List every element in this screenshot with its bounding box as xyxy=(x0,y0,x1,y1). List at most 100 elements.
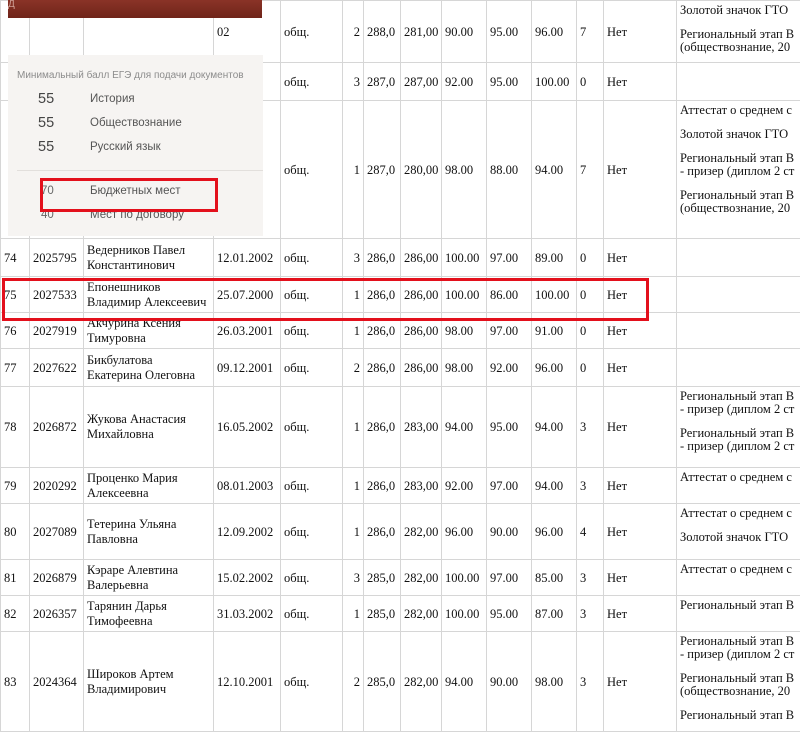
priority-cell: 2 xyxy=(343,1,364,63)
row-number: 79 xyxy=(1,468,30,504)
achievement-line: - призер (диплом 2 ст xyxy=(680,648,797,661)
exam-total: 286,00 xyxy=(401,239,442,277)
achievement-points: 0 xyxy=(577,63,604,101)
competition-type: общ. xyxy=(281,239,343,277)
competition-type: общ. xyxy=(281,632,343,732)
achievement-line: - призер (диплом 2 ст xyxy=(680,440,797,453)
score-russian: 100.00 xyxy=(532,63,577,101)
min-score-row-social: 55 Обществознание xyxy=(8,115,263,135)
score-sum: 287,0 xyxy=(364,63,401,101)
achievement-line: Золотой значок ГТО xyxy=(680,531,797,544)
birth-date: 15.02.2002 xyxy=(214,560,281,596)
original-docs-status: Нет xyxy=(604,596,677,632)
priority-cell: 1 xyxy=(343,596,364,632)
score-russian: 96.00 xyxy=(532,504,577,560)
score-sum: 286,0 xyxy=(364,349,401,387)
score-sum: 285,0 xyxy=(364,596,401,632)
score-russian: 96.00 xyxy=(532,1,577,63)
original-docs-status: Нет xyxy=(604,349,677,387)
achievements-cell xyxy=(677,349,800,387)
applicant-id: 2025795 xyxy=(30,239,84,277)
applicant-id: 2027089 xyxy=(30,504,84,560)
birth-date: 12.09.2002 xyxy=(214,504,281,560)
table-row: 742025795Ведерников Павел Константинович… xyxy=(1,239,800,277)
budget-places-highlight xyxy=(40,178,218,212)
score-russian: 85.00 xyxy=(532,560,577,596)
birth-date: 31.03.2002 xyxy=(214,596,281,632)
exam-total: 282,00 xyxy=(401,504,442,560)
row-number: 77 xyxy=(1,349,30,387)
score-russian: 98.00 xyxy=(532,632,577,732)
exam-total: 283,00 xyxy=(401,468,442,504)
achievement-line: - призер (диплом 2 ст xyxy=(680,403,797,416)
panel-divider xyxy=(17,170,263,171)
priority-cell: 3 xyxy=(343,63,364,101)
score-social-studies: 90.00 xyxy=(487,504,532,560)
score-sum: 287,0 xyxy=(364,101,401,239)
score-sum: 285,0 xyxy=(364,632,401,732)
priority-cell: 1 xyxy=(343,387,364,468)
original-docs-status: Нет xyxy=(604,504,677,560)
achievement-points: 3 xyxy=(577,468,604,504)
achievement-points: 7 xyxy=(577,1,604,63)
achievement-line: Золотой значок ГТО xyxy=(680,128,797,141)
original-docs-status: Нет xyxy=(604,468,677,504)
exam-total: 282,00 xyxy=(401,632,442,732)
competition-type: общ. xyxy=(281,63,343,101)
achievement-line: Аттестат о среднем с xyxy=(680,563,797,576)
achievement-line: (обществознание, 20 xyxy=(680,685,797,698)
achievement-line: Золотой значок ГТО xyxy=(680,4,797,17)
birth-date: 12.10.2001 xyxy=(214,632,281,732)
score-sum: 286,0 xyxy=(364,239,401,277)
original-docs-status: Нет xyxy=(604,387,677,468)
table-row: 832024364Широков Артем Владимирович12.10… xyxy=(1,632,800,732)
applicant-name: Кэраре Алевтина Валерьевна xyxy=(84,560,214,596)
header-banner: Д xyxy=(8,0,262,18)
achievements-cell: Региональный этап В- призер (диплом 2 ст… xyxy=(677,387,800,468)
row-number: 78 xyxy=(1,387,30,468)
applicant-id: 2026879 xyxy=(30,560,84,596)
score-history: 100.00 xyxy=(442,560,487,596)
score-social-studies: 95.00 xyxy=(487,596,532,632)
achievement-points: 0 xyxy=(577,349,604,387)
birth-date: 09.12.2001 xyxy=(214,349,281,387)
exam-total: 286,00 xyxy=(401,349,442,387)
original-docs-status: Нет xyxy=(604,632,677,732)
table-row: 782026872Жукова Анастасия Михайловна16.0… xyxy=(1,387,800,468)
achievements-cell xyxy=(677,277,800,313)
original-docs-status: Нет xyxy=(604,560,677,596)
achievements-cell: Аттестат о среднем сЗолотой значок ГТО xyxy=(677,504,800,560)
row-number: 83 xyxy=(1,632,30,732)
row-number: 74 xyxy=(1,239,30,277)
score-sum: 285,0 xyxy=(364,560,401,596)
score-russian: 94.00 xyxy=(532,468,577,504)
applicant-id: 2020292 xyxy=(30,468,84,504)
birth-date: 16.05.2002 xyxy=(214,387,281,468)
competition-type: общ. xyxy=(281,468,343,504)
score-social-studies: 97.00 xyxy=(487,468,532,504)
score-history: 92.00 xyxy=(442,63,487,101)
min-score-value: 55 xyxy=(38,139,54,155)
original-docs-status: Нет xyxy=(604,101,677,239)
achievements-cell: Региональный этап В- призер (диплом 2 ст… xyxy=(677,632,800,732)
applicant-id: 2026357 xyxy=(30,596,84,632)
row-number: 82 xyxy=(1,596,30,632)
applicant-id: 2026872 xyxy=(30,387,84,468)
row-number: 81 xyxy=(1,560,30,596)
achievement-line: Региональный этап В xyxy=(680,599,797,612)
achievements-cell: Аттестат о среднем с xyxy=(677,560,800,596)
competition-type: общ. xyxy=(281,596,343,632)
exam-total: 287,00 xyxy=(401,63,442,101)
table-row: 802027089Тетерина Ульяна Павловна12.09.2… xyxy=(1,504,800,560)
applicant-name: Проценко Мария Алексеевна xyxy=(84,468,214,504)
achievement-line: - призер (диплом 2 ст xyxy=(680,165,797,178)
priority-cell: 3 xyxy=(343,239,364,277)
competition-type: общ. xyxy=(281,504,343,560)
score-social-studies: 88.00 xyxy=(487,101,532,239)
score-history: 94.00 xyxy=(442,632,487,732)
achievement-points: 7 xyxy=(577,101,604,239)
exam-total: 282,00 xyxy=(401,560,442,596)
score-social-studies: 95.00 xyxy=(487,63,532,101)
achievement-points: 3 xyxy=(577,560,604,596)
banner-text: Д xyxy=(8,0,15,10)
